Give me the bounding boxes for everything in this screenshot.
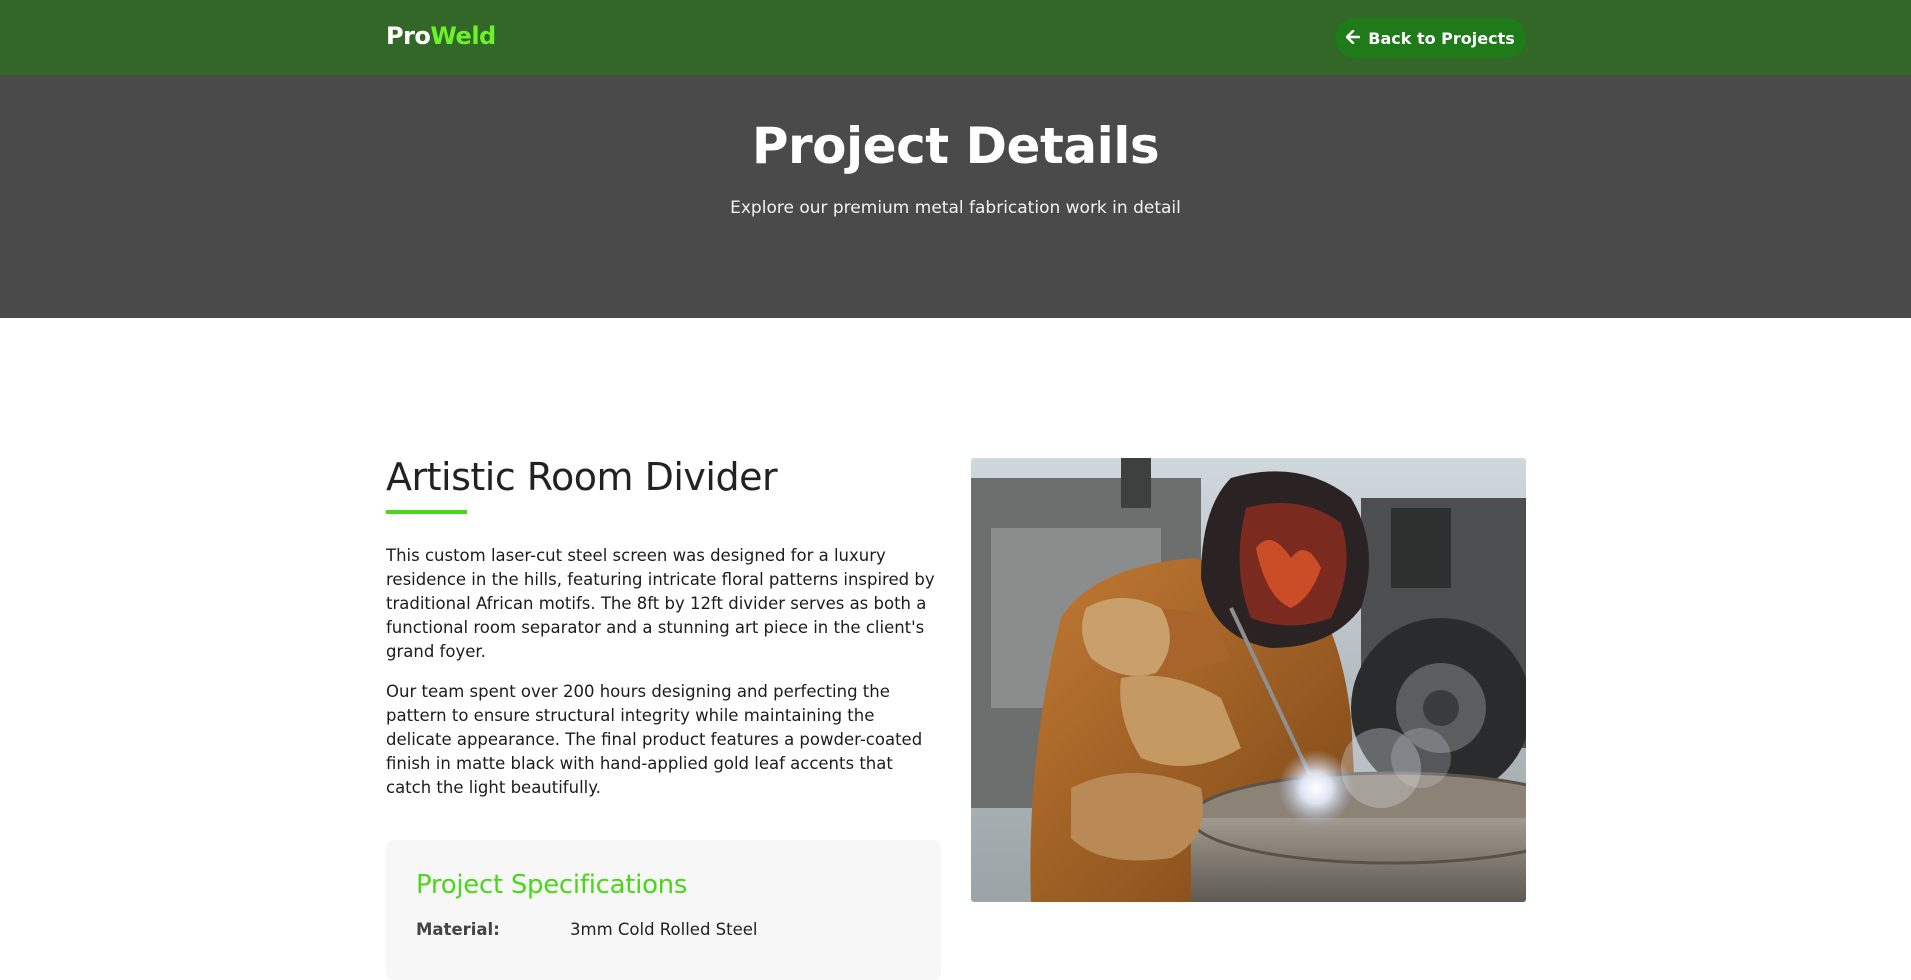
project-description-paragraph: Our team spent over 200 hours designing … xyxy=(386,682,923,797)
specifications-heading: Project Specifications xyxy=(416,870,688,900)
back-to-projects-label: Back to Projects xyxy=(1368,28,1515,48)
project-description-paragraph: This custom laser-cut steel screen was d… xyxy=(386,546,935,661)
logo-text-pro: Pro xyxy=(386,22,431,50)
logo-text-weld: Weld xyxy=(430,22,496,50)
project-specifications-card: Project Specifications Material: 3mm Col… xyxy=(386,840,941,980)
project-photo xyxy=(971,458,1526,902)
back-to-projects-button[interactable]: Back to Projects xyxy=(1335,18,1526,58)
top-navbar: ProWeld Back to Projects xyxy=(0,0,1911,75)
welder-at-work-photo xyxy=(971,458,1526,902)
spec-value: 3mm Cold Rolled Steel xyxy=(570,920,758,939)
hero-banner: Project Details Explore our premium meta… xyxy=(0,75,1911,318)
project-title: Artistic Room Divider xyxy=(386,455,778,499)
page-title: Project Details xyxy=(751,117,1160,175)
arrow-left-icon xyxy=(1345,29,1361,48)
title-underline xyxy=(386,510,467,514)
page-subtitle: Explore our premium metal fabrication wo… xyxy=(730,198,1181,218)
site-logo[interactable]: ProWeld xyxy=(386,22,496,50)
spec-label: Material: xyxy=(416,920,500,939)
